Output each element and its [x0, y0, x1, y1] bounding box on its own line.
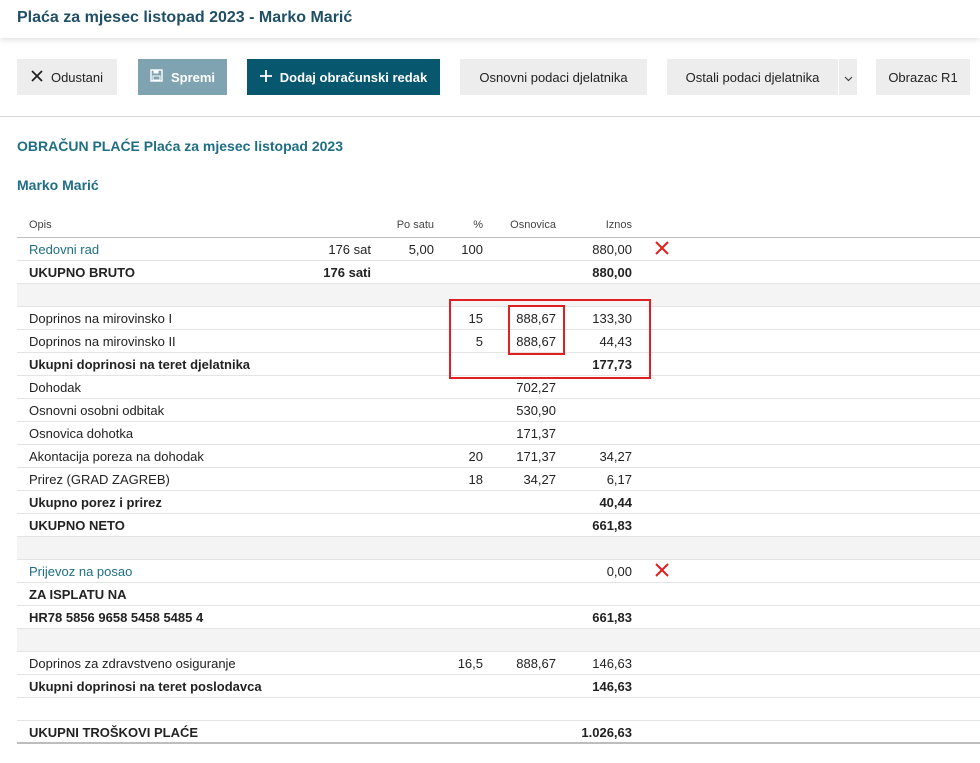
row-rate: 5,00: [408, 242, 434, 257]
row-label: Doprinos za zdravstveno osiguranje: [29, 656, 236, 671]
table-row: Redovni rad 176 sat 5,00 100 880,00: [17, 238, 980, 261]
close-icon[interactable]: [653, 239, 671, 257]
row-label: Doprinos na mirovinsko II: [29, 334, 176, 349]
table-row-spacer: [17, 698, 980, 721]
row-label: Osnovica dohotka: [29, 426, 134, 441]
row-label: Ukupni doprinosi na teret djelatnika: [29, 357, 251, 372]
close-icon: [31, 69, 43, 85]
table-row: UKUPNI TROŠKOVI PLAĆE 1.026,63: [17, 721, 980, 744]
row-label-link[interactable]: Redovni rad: [29, 242, 99, 257]
toolbar-divider: [0, 116, 980, 117]
row-base: 702,27: [516, 380, 556, 395]
form-r1-button[interactable]: Obrazac R1: [876, 59, 970, 95]
row-amount: 6,17: [606, 472, 632, 487]
save-label: Spremi: [170, 69, 216, 85]
row-label: UKUPNI TROŠKOVI PLAĆE: [29, 725, 199, 740]
other-data-dropdown[interactable]: [839, 59, 857, 95]
row-amount: 880,00: [592, 242, 632, 257]
chevron-down-icon: [844, 70, 853, 85]
col-header-opis: Opis: [29, 219, 52, 231]
row-label: Doprinos na mirovinsko I: [29, 311, 173, 326]
highlight-box-base: [508, 305, 565, 355]
col-header-pct: %: [473, 219, 483, 231]
row-amount: 1.026,63: [581, 725, 632, 740]
basic-data-button[interactable]: Osnovni podaci djelatnika: [460, 59, 647, 95]
table-row: Osnovica dohotka 171,37: [17, 422, 980, 445]
table-header: Opis Po satu % Osnovica Iznos: [17, 214, 980, 238]
row-label: Prirez (GRAD ZAGREB): [29, 472, 170, 487]
employee-name: Marko Marić: [17, 177, 99, 193]
table-row: UKUPNO BRUTO 176 sati 880,00: [17, 261, 980, 284]
plus-icon: [259, 69, 272, 85]
row-label: Akontacija poreza na dohodak: [29, 449, 204, 464]
row-amount: 661,83: [592, 518, 632, 533]
row-pct: 18: [468, 472, 483, 487]
row-amount: 880,00: [592, 265, 632, 280]
row-label: Dohodak: [29, 380, 82, 395]
table-row: Prirez (GRAD ZAGREB) 18 34,27 6,17: [17, 468, 980, 491]
table-row: UKUPNO NETO 661,83: [17, 514, 980, 537]
save-button[interactable]: Spremi: [138, 59, 227, 95]
table-row-spacer: [17, 629, 980, 652]
add-row-label: Dodaj obračunski redak: [279, 69, 428, 85]
row-label: Ukupno porez i prirez: [29, 495, 162, 510]
table-row: Akontacija poreza na dohodak 20 171,37 3…: [17, 445, 980, 468]
cancel-button[interactable]: Odustani: [17, 59, 117, 95]
row-base: 34,27: [523, 472, 556, 487]
row-base: 888,67: [516, 656, 556, 671]
other-data-button[interactable]: Ostali podaci djelatnika: [667, 59, 838, 95]
row-pct: 20: [468, 449, 483, 464]
row-qty: 176 sat: [328, 242, 371, 257]
row-label: Osnovni osobni odbitak: [29, 403, 165, 418]
close-icon[interactable]: [653, 561, 671, 579]
payroll-heading: OBRAČUN PLAĆE Plaća za mjesec listopad 2…: [17, 138, 344, 154]
table-row: Prijevoz na posao 0,00: [17, 560, 980, 583]
other-data-label: Ostali podaci djelatnika: [685, 69, 820, 85]
row-amount: 0,00: [606, 564, 632, 579]
col-header-po-satu: Po satu: [396, 219, 434, 231]
row-qty: 176 sati: [323, 265, 371, 280]
iban-label: HR78 5856 9658 5458 5485 4: [29, 610, 204, 625]
row-label-link[interactable]: Prijevoz na posao: [29, 564, 132, 579]
table-row: Ukupno porez i prirez 40,44: [17, 491, 980, 514]
payroll-table: Opis Po satu % Osnovica Iznos Redovni ra…: [17, 214, 980, 744]
row-label: UKUPNO BRUTO: [29, 265, 135, 280]
row-pct: 16,5: [457, 656, 483, 671]
table-row: Dohodak 702,27: [17, 376, 980, 399]
save-icon: [150, 69, 163, 85]
row-label: UKUPNO NETO: [29, 518, 125, 533]
row-amount: 146,63: [592, 679, 632, 694]
table-row: ZA ISPLATU NA: [17, 583, 980, 606]
row-amount: 661,83: [592, 610, 632, 625]
add-row-button[interactable]: Dodaj obračunski redak: [247, 59, 440, 95]
table-row-spacer: [17, 537, 980, 560]
table-row: Osnovni osobni odbitak 530,90: [17, 399, 980, 422]
row-base: 171,37: [516, 449, 556, 464]
row-pct: 100: [461, 242, 483, 257]
cancel-label: Odustani: [50, 69, 104, 85]
basic-data-label: Osnovni podaci djelatnika: [479, 69, 628, 85]
col-header-osnovica: Osnovica: [510, 219, 556, 231]
form-r1-label: Obrazac R1: [888, 69, 958, 85]
row-amount: 34,27: [599, 449, 632, 464]
header-bar: Plaća za mjesec listopad 2023 - Marko Ma…: [0, 0, 980, 38]
row-amount: 40,44: [599, 495, 632, 510]
row-amount: 146,63: [592, 656, 632, 671]
row-label: ZA ISPLATU NA: [29, 587, 127, 602]
row-label: Ukupni doprinosi na teret poslodavca: [29, 679, 262, 694]
table-row: Ukupni doprinosi na teret poslodavca 146…: [17, 675, 980, 698]
row-base: 171,37: [516, 426, 556, 441]
table-row: HR78 5856 9658 5458 5485 4 661,83: [17, 606, 980, 629]
col-header-iznos: Iznos: [605, 219, 632, 231]
page-title: Plaća za mjesec listopad 2023 - Marko Ma…: [17, 9, 353, 26]
row-base: 530,90: [516, 403, 556, 418]
table-row: Doprinos za zdravstveno osiguranje 16,5 …: [17, 652, 980, 675]
